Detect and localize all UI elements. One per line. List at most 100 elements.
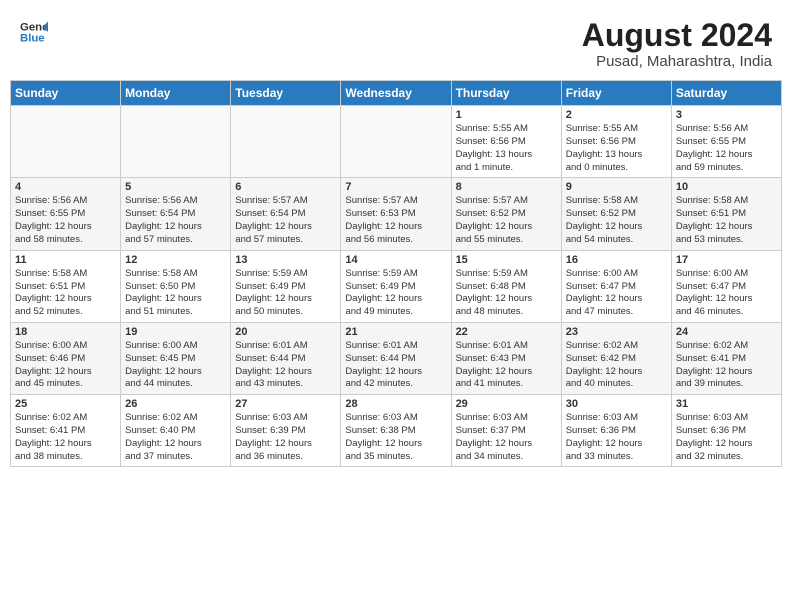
day-number: 12	[125, 254, 226, 266]
day-number: 4	[15, 181, 116, 193]
day-number: 19	[125, 326, 226, 338]
weekday-header: Wednesday	[341, 81, 451, 106]
calendar-day-cell: 12Sunrise: 5:58 AM Sunset: 6:50 PM Dayli…	[121, 250, 231, 322]
day-info: Sunrise: 5:55 AM Sunset: 6:56 PM Dayligh…	[456, 123, 557, 174]
calendar-day-cell: 25 Sunrise: 6:02 AM Sunset: 6:41 PM Dayli…	[11, 395, 121, 467]
day-info: Sunrise: 6:03 AM Sunset: 6:38 PM Dayligh…	[345, 412, 446, 463]
calendar-day-cell: 14Sunrise: 5:59 AM Sunset: 6:49 PM Dayli…	[341, 250, 451, 322]
day-info: Sunrise: 5:59 AM Sunset: 6:49 PM Dayligh…	[235, 268, 336, 319]
page-header: General Blue August 2024 Pusad, Maharash…	[10, 10, 782, 74]
day-number: 13	[235, 254, 336, 266]
day-info: Sunrise: 5:58 AM Sunset: 6:52 PM Dayligh…	[566, 195, 667, 246]
weekday-header: Tuesday	[231, 81, 341, 106]
day-number: 16	[566, 254, 667, 266]
calendar-day-cell: 5 Sunrise: 5:56 AM Sunset: 6:54 PM Daylig…	[121, 178, 231, 250]
day-info: Sunrise: 5:55 AM Sunset: 6:56 PM Dayligh…	[566, 123, 667, 174]
day-info: Sunrise: 5:58 AM Sunset: 6:51 PM Dayligh…	[676, 195, 777, 246]
calendar-day-cell: 16 Sunrise: 6:00 AM Sunset: 6:47 PM Dayli…	[561, 250, 671, 322]
day-number: 18	[15, 326, 116, 338]
day-info: Sunrise: 6:00 AM Sunset: 6:47 PM Dayligh…	[566, 268, 667, 319]
calendar-day-cell: 17 Sunrise: 6:00 AM Sunset: 6:47 PM Dayli…	[671, 250, 781, 322]
day-info: Sunrise: 6:03 AM Sunset: 6:36 PM Dayligh…	[566, 412, 667, 463]
calendar-table: SundayMondayTuesdayWednesdayThursdayFrid…	[10, 80, 782, 467]
day-info: Sunrise: 5:57 AM Sunset: 6:52 PM Dayligh…	[456, 195, 557, 246]
calendar-day-cell	[341, 106, 451, 178]
calendar-week-row: 18 Sunrise: 6:00 AM Sunset: 6:46 PM Dayli…	[11, 322, 782, 394]
day-number: 14	[345, 254, 446, 266]
calendar-day-cell: 9 Sunrise: 5:58 AM Sunset: 6:52 PM Daylig…	[561, 178, 671, 250]
day-info: Sunrise: 5:59 AM Sunset: 6:48 PM Dayligh…	[456, 268, 557, 319]
day-info: Sunrise: 5:56 AM Sunset: 6:55 PM Dayligh…	[676, 123, 777, 174]
weekday-header: Saturday	[671, 81, 781, 106]
logo: General Blue	[20, 18, 48, 46]
calendar-day-cell: 20 Sunrise: 6:01 AM Sunset: 6:44 PM Dayli…	[231, 322, 341, 394]
day-info: Sunrise: 5:56 AM Sunset: 6:54 PM Dayligh…	[125, 195, 226, 246]
day-info: Sunrise: 6:00 AM Sunset: 6:46 PM Dayligh…	[15, 340, 116, 391]
day-number: 5	[125, 181, 226, 193]
calendar-day-cell	[121, 106, 231, 178]
calendar-week-row: 1 Sunrise: 5:55 AM Sunset: 6:56 PM Daylig…	[11, 106, 782, 178]
day-info: Sunrise: 6:03 AM Sunset: 6:37 PM Dayligh…	[456, 412, 557, 463]
calendar-day-cell: 13 Sunrise: 5:59 AM Sunset: 6:49 PM Dayli…	[231, 250, 341, 322]
day-info: Sunrise: 6:00 AM Sunset: 6:45 PM Dayligh…	[125, 340, 226, 391]
day-number: 6	[235, 181, 336, 193]
day-number: 22	[456, 326, 557, 338]
calendar-day-cell: 3 Sunrise: 5:56 AM Sunset: 6:55 PM Daylig…	[671, 106, 781, 178]
calendar-day-cell: 18 Sunrise: 6:00 AM Sunset: 6:46 PM Dayli…	[11, 322, 121, 394]
day-info: Sunrise: 6:01 AM Sunset: 6:43 PM Dayligh…	[456, 340, 557, 391]
day-info: Sunrise: 6:01 AM Sunset: 6:44 PM Dayligh…	[235, 340, 336, 391]
day-number: 20	[235, 326, 336, 338]
calendar-day-cell: 23Sunrise: 6:02 AM Sunset: 6:42 PM Dayli…	[561, 322, 671, 394]
day-number: 25	[15, 398, 116, 410]
day-info: Sunrise: 6:03 AM Sunset: 6:36 PM Dayligh…	[676, 412, 777, 463]
day-number: 26	[125, 398, 226, 410]
weekday-header: Thursday	[451, 81, 561, 106]
svg-text:Blue: Blue	[20, 33, 45, 45]
calendar-day-cell: 27 Sunrise: 6:03 AM Sunset: 6:39 PM Dayli…	[231, 395, 341, 467]
day-info: Sunrise: 5:57 AM Sunset: 6:54 PM Dayligh…	[235, 195, 336, 246]
calendar-day-cell: 4 Sunrise: 5:56 AM Sunset: 6:55 PM Daylig…	[11, 178, 121, 250]
day-number: 23	[566, 326, 667, 338]
calendar-day-cell: 29 Sunrise: 6:03 AM Sunset: 6:37 PM Dayli…	[451, 395, 561, 467]
day-info: Sunrise: 6:02 AM Sunset: 6:41 PM Dayligh…	[15, 412, 116, 463]
day-number: 28	[345, 398, 446, 410]
calendar-day-cell: 2 Sunrise: 5:55 AM Sunset: 6:56 PM Daylig…	[561, 106, 671, 178]
day-info: Sunrise: 6:00 AM Sunset: 6:47 PM Dayligh…	[676, 268, 777, 319]
day-info: Sunrise: 5:58 AM Sunset: 6:51 PM Dayligh…	[15, 268, 116, 319]
calendar-day-cell: 11 Sunrise: 5:58 AM Sunset: 6:51 PM Dayli…	[11, 250, 121, 322]
calendar-day-cell: 10 Sunrise: 5:58 AM Sunset: 6:51 PM Dayli…	[671, 178, 781, 250]
day-number: 1	[456, 109, 557, 121]
day-info: Sunrise: 6:02 AM Sunset: 6:40 PM Dayligh…	[125, 412, 226, 463]
calendar-day-cell: 6 Sunrise: 5:57 AM Sunset: 6:54 PM Daylig…	[231, 178, 341, 250]
day-number: 2	[566, 109, 667, 121]
day-number: 3	[676, 109, 777, 121]
day-number: 11	[15, 254, 116, 266]
title-block: August 2024 Pusad, Maharashtra, India	[582, 18, 772, 70]
calendar-day-cell: 24Sunrise: 6:02 AM Sunset: 6:41 PM Dayli…	[671, 322, 781, 394]
calendar-day-cell: 21 Sunrise: 6:01 AM Sunset: 6:44 PM Dayli…	[341, 322, 451, 394]
day-number: 9	[566, 181, 667, 193]
day-number: 17	[676, 254, 777, 266]
calendar-subtitle: Pusad, Maharashtra, India	[582, 53, 772, 70]
weekday-header: Sunday	[11, 81, 121, 106]
calendar-title: August 2024	[582, 18, 772, 53]
day-number: 30	[566, 398, 667, 410]
calendar-day-cell: 8Sunrise: 5:57 AM Sunset: 6:52 PM Daylig…	[451, 178, 561, 250]
calendar-day-cell	[11, 106, 121, 178]
day-number: 27	[235, 398, 336, 410]
day-info: Sunrise: 6:01 AM Sunset: 6:44 PM Dayligh…	[345, 340, 446, 391]
day-info: Sunrise: 6:03 AM Sunset: 6:39 PM Dayligh…	[235, 412, 336, 463]
day-number: 10	[676, 181, 777, 193]
day-number: 21	[345, 326, 446, 338]
weekday-header-row: SundayMondayTuesdayWednesdayThursdayFrid…	[11, 81, 782, 106]
calendar-day-cell: 28 Sunrise: 6:03 AM Sunset: 6:38 PM Dayli…	[341, 395, 451, 467]
calendar-week-row: 4 Sunrise: 5:56 AM Sunset: 6:55 PM Daylig…	[11, 178, 782, 250]
calendar-week-row: 11 Sunrise: 5:58 AM Sunset: 6:51 PM Dayli…	[11, 250, 782, 322]
day-number: 29	[456, 398, 557, 410]
day-info: Sunrise: 5:56 AM Sunset: 6:55 PM Dayligh…	[15, 195, 116, 246]
weekday-header: Friday	[561, 81, 671, 106]
calendar-day-cell: 7Sunrise: 5:57 AM Sunset: 6:53 PM Daylig…	[341, 178, 451, 250]
logo-icon: General Blue	[20, 18, 48, 46]
day-info: Sunrise: 5:57 AM Sunset: 6:53 PM Dayligh…	[345, 195, 446, 246]
calendar-day-cell: 15Sunrise: 5:59 AM Sunset: 6:48 PM Dayli…	[451, 250, 561, 322]
